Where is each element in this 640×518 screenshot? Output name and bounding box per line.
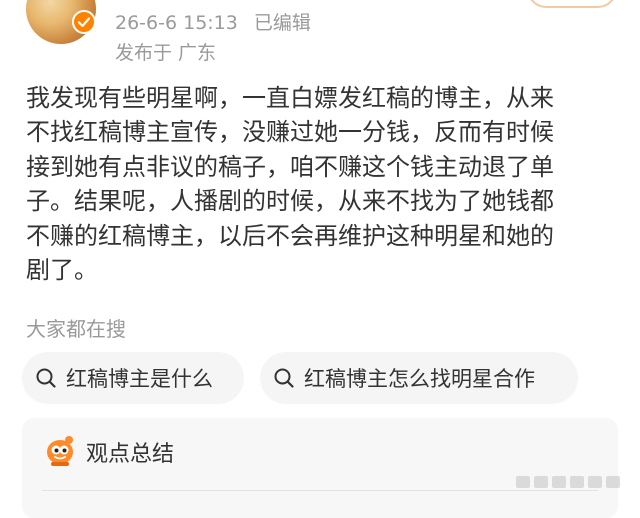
- follow-button[interactable]: [527, 0, 617, 8]
- platform-watermark: [516, 476, 620, 488]
- post-content-line: 不赚的红稿博主，以后不会再维护这种明星和她的: [26, 221, 554, 250]
- post-timestamp-row: 26-6-6 15:13 已编辑: [115, 8, 311, 35]
- edited-label: 已编辑: [253, 12, 311, 34]
- post-content-line: 接到她有点非议的稿子，咱不赚这个钱主动退了单: [26, 152, 554, 181]
- post-content-line: 剧了。: [26, 256, 98, 285]
- search-suggestion-label: 红稿博主怎么找明星合作: [304, 367, 535, 391]
- search-suggestion-chip[interactable]: 红稿博主是什么: [22, 352, 244, 404]
- post-content-line: 子。结果呢，人播剧的时候，从来不找为了她钱都: [26, 187, 554, 216]
- post-content-line: 不找红稿博主宣传，没赚过她一分钱，反而有时候: [26, 118, 554, 147]
- post-location: 发布于 广东: [115, 42, 217, 64]
- search-suggestion-chip[interactable]: 红稿博主怎么找明星合作: [260, 352, 578, 404]
- search-icon: [36, 368, 56, 388]
- post-timestamp: 26-6-6 15:13: [115, 12, 238, 34]
- post-content: 我发现有些明星啊，一直白嫖发红稿的博主，从来 不找红稿博主宣传，没赚过她一分钱，…: [26, 81, 626, 287]
- search-suggestion-label: 红稿博主是什么: [66, 367, 213, 391]
- everyone-searching-heading: 大家都在搜: [26, 317, 126, 341]
- check-icon: [77, 17, 91, 28]
- verified-badge-icon: [72, 10, 96, 34]
- ai-mascot-icon: [47, 436, 73, 466]
- post-content-line: 我发现有些明星啊，一直白嫖发红稿的博主，从来: [26, 84, 554, 112]
- summary-title: 观点总结: [86, 442, 175, 467]
- summary-card[interactable]: 观点总结: [22, 418, 618, 518]
- search-icon: [274, 368, 294, 388]
